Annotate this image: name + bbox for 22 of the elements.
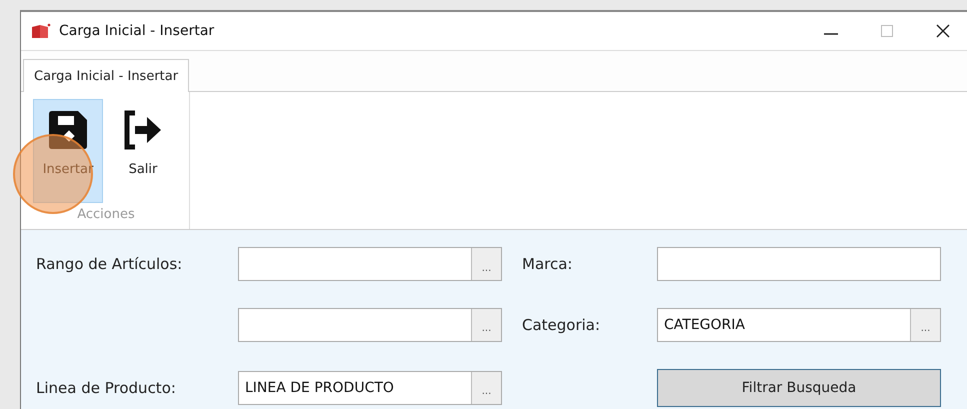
field-label: Rango de Artículos: — [36, 255, 184, 274]
maximize-icon — [880, 24, 894, 38]
lookup-field[interactable]: LINEA DE PRODUCTO ... — [238, 370, 502, 405]
browse-button[interactable]: ... — [471, 372, 501, 404]
field-label: Categoria: — [521, 316, 602, 334]
browse-button[interactable]: ... — [471, 308, 501, 341]
group-label: Acciones — [77, 207, 135, 222]
field-label: Marca: — [521, 255, 574, 274]
minimize-icon — [824, 33, 838, 35]
app-logo-icon — [31, 23, 51, 39]
filter-button[interactable]: Filtrar Busqueda — [657, 368, 941, 407]
field-label: Linea de Producto: — [36, 378, 177, 397]
tab[interactable]: Carga Inicial - Insertar — [23, 59, 190, 92]
browse-button[interactable]: ... — [910, 308, 940, 341]
lookup-field[interactable]: ... — [238, 247, 502, 282]
window-title: Carga Inicial - Insertar — [59, 23, 216, 39]
lookup-field[interactable]: CATEGORIA ... — [657, 308, 941, 342]
input-field[interactable] — [657, 247, 941, 282]
lookup-field[interactable]: ... — [238, 308, 502, 342]
exit-button[interactable]: Salir — [107, 99, 179, 203]
browse-button[interactable]: ... — [471, 248, 501, 280]
close-icon — [935, 23, 951, 39]
